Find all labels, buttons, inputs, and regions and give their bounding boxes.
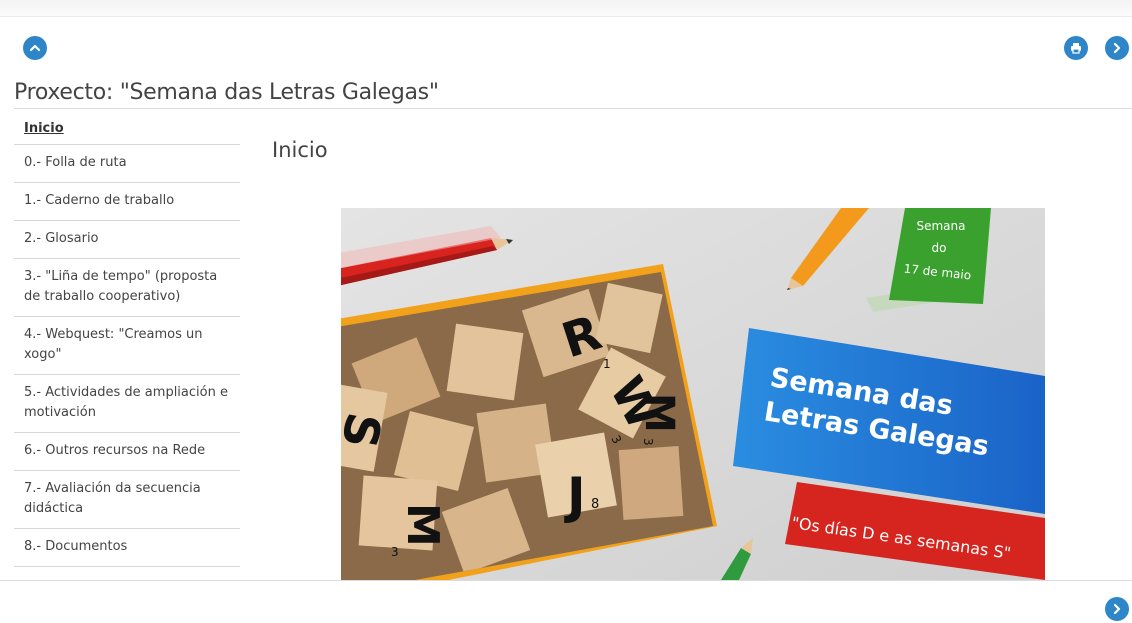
tile-number-j: 8 xyxy=(591,497,599,512)
page-title: Proxecto: "Semana das Letras Galegas" xyxy=(14,80,439,105)
next-page-button[interactable] xyxy=(1105,36,1129,60)
banner-image: Semana do 17 de maio R 1 W 3 M 3 J 8 S M… xyxy=(341,208,1045,580)
footer-divider xyxy=(0,580,1132,581)
print-icon xyxy=(1071,43,1081,54)
tile-letter-j: J xyxy=(564,467,586,525)
top-strip xyxy=(0,0,1132,17)
header-divider xyxy=(14,108,1132,109)
nav-item-glosario[interactable]: 2.- Glosario xyxy=(14,221,240,259)
nav-item-folla-de-ruta[interactable]: 0.- Folla de ruta xyxy=(14,145,240,183)
nav-item-inicio[interactable]: Inicio xyxy=(14,111,240,145)
print-button[interactable] xyxy=(1064,36,1088,60)
chevron-right-icon xyxy=(1113,42,1121,54)
tile-number-m-bottom: 3 xyxy=(391,545,399,559)
next-page-button-bottom[interactable] xyxy=(1105,597,1129,621)
nav-item-webquest[interactable]: 4.- Webquest: "Creamos un xogo" xyxy=(14,317,240,375)
nav-item-outros-recursos[interactable]: 6.- Outros recursos na Rede xyxy=(14,433,240,471)
tag-line-1: Semana xyxy=(916,219,965,233)
nav-item-caderno[interactable]: 1.- Caderno de traballo xyxy=(14,183,240,221)
tile-letter-m-bottom: M xyxy=(397,503,448,547)
nav-item-avaliacion[interactable]: 7.- Avaliación da secuencia didáctica xyxy=(14,471,240,529)
tile-number-r: 1 xyxy=(603,357,611,371)
chevron-right-icon xyxy=(1113,603,1121,615)
nav-item-documentos[interactable]: 8.- Documentos xyxy=(14,529,240,567)
tile-number-m-right: 3 xyxy=(641,438,655,446)
tile-letter-m-right: M xyxy=(636,393,682,433)
nav-item-linha-de-tempo[interactable]: 3.- "Liña de tempo" (proposta de traball… xyxy=(14,259,240,317)
chevron-up-icon xyxy=(29,44,41,52)
nav-item-actividades[interactable]: 5.- Actividades de ampliación e motivaci… xyxy=(14,375,240,433)
collapse-button[interactable] xyxy=(23,36,47,60)
sidebar-nav: Inicio 0.- Folla de ruta 1.- Caderno de … xyxy=(14,111,240,567)
content-title: Inicio xyxy=(272,138,328,162)
tag-line-2: do xyxy=(932,241,947,255)
